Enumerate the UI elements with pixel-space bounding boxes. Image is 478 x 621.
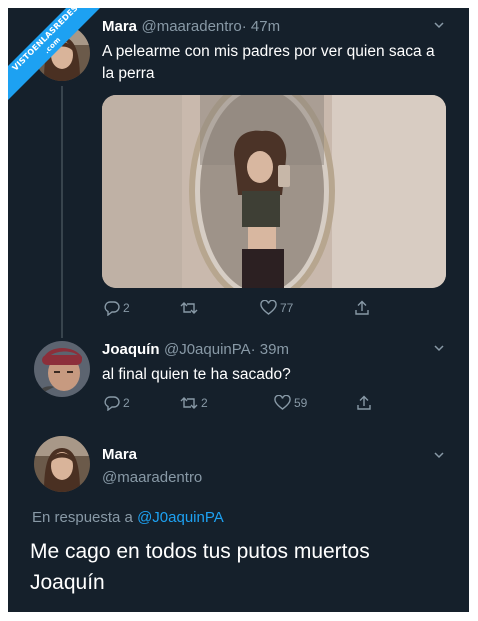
retweet-button[interactable]: [180, 300, 260, 316]
avatar[interactable]: [34, 341, 90, 397]
tweet-header: Mara @maaradentro· 47m: [102, 18, 280, 36]
tweet-photo[interactable]: [102, 95, 446, 288]
reply-count: 2: [123, 396, 130, 410]
retweet-count: 2: [201, 396, 208, 410]
display-name[interactable]: Mara: [102, 18, 137, 35]
heart-icon: [274, 395, 291, 410]
reply-context: En respuesta a @J0aquinPA: [32, 509, 224, 526]
chevron-down-icon[interactable]: [432, 18, 446, 35]
tweet-text: A pelearme con mis padres por ver quien …: [102, 43, 435, 82]
tweet-thread: VISTOENLASREDES .com Mara @maaradentro· …: [8, 8, 469, 612]
like-button[interactable]: 59: [274, 395, 356, 411]
tweet-text: Me cago en todos tus putos muertos Joaqu…: [30, 536, 370, 598]
reply-icon: [104, 396, 120, 411]
tweet-text: al final quien te ha sacado?: [102, 366, 291, 383]
retweet-icon: [180, 397, 198, 409]
tweet-text-line: Joaquín: [30, 571, 105, 594]
avatar-image: [34, 341, 90, 397]
avatar-image: [34, 436, 90, 492]
like-count: 77: [280, 301, 294, 315]
reply-button[interactable]: 2: [104, 300, 180, 316]
reply-icon: [104, 301, 120, 316]
timestamp[interactable]: · 47m: [242, 18, 280, 35]
reply-to-link[interactable]: @J0aquinPA: [137, 509, 224, 526]
chevron-down-icon[interactable]: [432, 448, 446, 465]
heart-icon: [260, 300, 277, 315]
tweet-header: Joaquín @J0aquinPA· 39m: [102, 341, 289, 359]
like-count: 59: [294, 396, 308, 410]
username[interactable]: @maaradentro: [102, 469, 202, 486]
like-button[interactable]: 77: [260, 300, 354, 316]
thread-line: [61, 86, 63, 338]
tweet-actions: 2 77: [104, 300, 370, 316]
share-button[interactable]: [356, 395, 372, 411]
username[interactable]: @maaradentro: [141, 18, 241, 35]
display-name[interactable]: Joaquín: [102, 341, 160, 358]
chevron-down-icon[interactable]: [432, 341, 446, 358]
mirror-selfie-image: [102, 95, 446, 288]
avatar[interactable]: [34, 436, 90, 492]
reply-prefix: En respuesta a: [32, 509, 133, 526]
share-icon: [355, 300, 369, 315]
reply-count: 2: [123, 301, 130, 315]
share-button[interactable]: [354, 300, 370, 316]
timestamp[interactable]: · 39m: [251, 341, 289, 358]
reply-button[interactable]: 2: [104, 395, 180, 411]
retweet-button[interactable]: 2: [180, 395, 274, 411]
tweet-text-line: Me cago en todos tus putos muertos: [30, 540, 370, 563]
username[interactable]: @J0aquinPA: [164, 341, 251, 358]
retweet-icon: [180, 302, 198, 314]
share-icon: [357, 395, 371, 410]
display-name[interactable]: Mara: [102, 446, 137, 463]
tweet-actions: 2 2 59: [104, 395, 372, 411]
